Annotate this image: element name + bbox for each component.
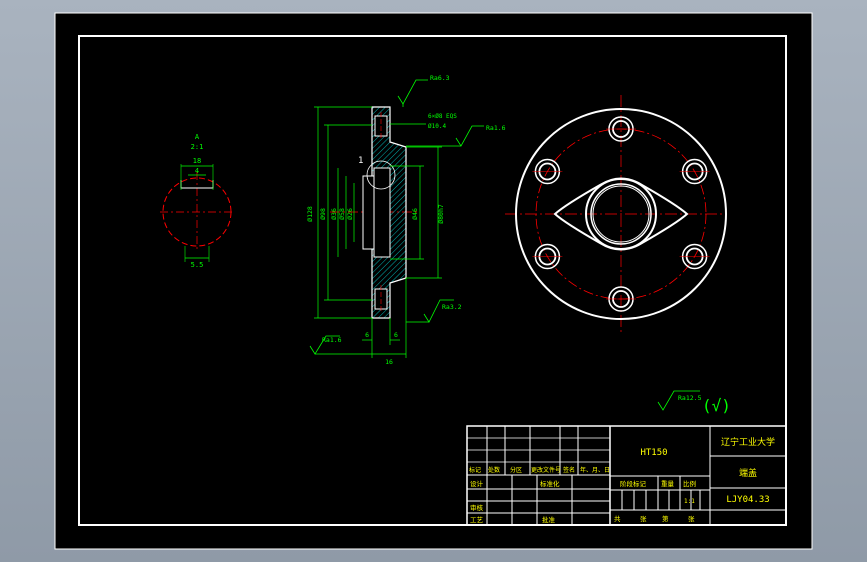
cad-drawing-canvas: A 2:1 18 4 5.5 1 Ø128 Ø98 Ø36 Ø58 Ø26 Ø4… <box>54 12 813 550</box>
dim-left-0: Ø128 <box>306 206 314 222</box>
rev-header-0: 标记 <box>469 466 481 474</box>
dim-left-4: Ø26 <box>346 208 354 220</box>
title-sheet-label: 张 <box>688 514 695 523</box>
dim-left-1: Ø98 <box>319 208 327 220</box>
section-inner-bore <box>373 167 391 258</box>
rev-header-4: 签名 <box>563 466 575 474</box>
title-sheets-label: 张 <box>640 514 647 523</box>
general-roughness-bracket: (√) <box>702 396 731 415</box>
section-mark: 1 <box>358 156 363 166</box>
title-design: 设计 <box>470 479 484 488</box>
title-school: 辽宁工业大学 <box>721 436 775 448</box>
detail-dim-top: 4 <box>195 167 199 175</box>
detail-view-scale: 2:1 <box>191 143 204 151</box>
roughness-2: Ra3.2 <box>442 303 462 311</box>
dim-bottom-total: 16 <box>385 358 393 366</box>
rev-header-3: 更改文件号 <box>531 466 561 474</box>
title-sheets-total: 共 <box>614 514 621 523</box>
title-part-name: 端盖 <box>739 467 757 479</box>
general-roughness-value: Ra12.5 <box>678 394 702 402</box>
title-review: 审核 <box>470 503 484 512</box>
title-approve: 批准 <box>542 515 556 524</box>
hole-note-2: Ø10.4 <box>428 123 446 130</box>
rev-header-1: 处数 <box>488 466 500 474</box>
hole-note-1: 6×Ø8 EQS <box>428 113 457 120</box>
detail-dim-width: 18 <box>193 157 201 165</box>
drawing-sheet <box>54 12 813 550</box>
title-scale-head: 比例 <box>683 479 696 488</box>
title-stage: 阶段标记 <box>620 479 647 488</box>
dim-right-0: Ø46 <box>411 208 419 220</box>
dim-left-3: Ø58 <box>338 208 346 220</box>
roughness-3: Ra1.6 <box>322 336 342 344</box>
title-drawing-number: LJY04.33 <box>726 495 769 505</box>
dim-left-2: Ø36 <box>330 208 338 220</box>
roughness-1: Ra1.6 <box>486 124 506 132</box>
dim-bottom-b: 6 <box>394 331 398 339</box>
dim-bottom-a: 6 <box>365 331 369 339</box>
title-weight: 重量 <box>661 480 675 488</box>
roughness-0: Ra6.3 <box>430 74 450 82</box>
title-material: HT150 <box>640 448 667 458</box>
title-standard: 标准化 <box>540 479 560 488</box>
dim-right-1: Ø80h7 <box>437 204 445 224</box>
title-sheet-no: 第 <box>662 514 669 523</box>
title-scale: 1:1 <box>684 498 695 505</box>
detail-dim-bottom: 5.5 <box>191 261 204 269</box>
title-process: 工艺 <box>470 516 484 524</box>
rev-header-2: 分区 <box>510 466 522 474</box>
rev-header-5: 年、月、日 <box>580 466 610 474</box>
